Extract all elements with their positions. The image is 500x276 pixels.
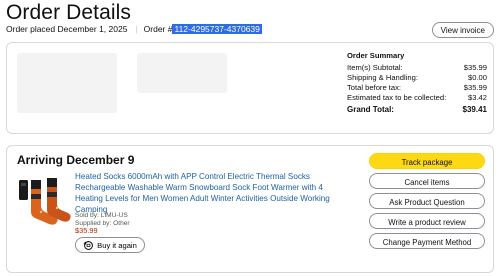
grand-total-label: Grand Total: (347, 105, 394, 115)
summary-label: Total before tax: (347, 83, 402, 93)
summary-value: $35.99 (463, 83, 487, 93)
ask-product-question-button[interactable]: Ask Product Question (369, 193, 485, 209)
track-package-button[interactable]: Track package (369, 153, 485, 169)
grand-total-value: $39.41 (462, 105, 487, 115)
redacted-shipping-address (17, 53, 117, 113)
view-invoice-button[interactable]: View invoice (431, 22, 494, 38)
cancel-items-button[interactable]: Cancel items (369, 173, 485, 189)
order-placed-date: Order placed December 1, 2025 (6, 24, 128, 34)
order-details-page: Order Details Order placed December 1, 2… (0, 0, 500, 276)
shipment-actions: Track package Cancel items Ask Product Q… (369, 153, 485, 253)
redacted-payment-method (137, 53, 227, 93)
summary-label: Item(s) Subtotal: (347, 63, 403, 73)
summary-value: $0.00 (467, 73, 487, 83)
summary-row-tax: Estimated tax to be collected: $3.42 (347, 93, 487, 103)
order-summary-heading: Order Summary (347, 51, 405, 60)
order-number[interactable]: 112-4295737-4370639 (172, 24, 262, 34)
order-info-card: Order Summary Item(s) Subtotal: $35.99 S… (6, 42, 494, 134)
arriving-date: Arriving December 9 (17, 153, 135, 167)
summary-row-shipping: Shipping & Handling: $0.00 (347, 73, 487, 83)
summary-row-grand-total: Grand Total: $39.41 (347, 105, 487, 116)
summary-row-before-tax: Total before tax: $35.99 (347, 83, 487, 93)
order-summary: Order Summary Item(s) Subtotal: $35.99 S… (347, 51, 487, 116)
buy-again-button[interactable]: Buy it again (75, 237, 145, 253)
order-meta: Order placed December 1, 2025 | Order # … (6, 24, 262, 34)
order-number-prefix: Order # (143, 24, 173, 34)
summary-label: Shipping & Handling: (347, 73, 418, 83)
shipment-card: Arriving December 9 Heated Socks 6000mAh… (6, 145, 494, 273)
product-title-link[interactable]: Heated Socks 6000mAh with APP Control El… (75, 171, 345, 216)
reorder-icon (83, 240, 94, 250)
product-image[interactable] (17, 174, 73, 232)
buy-again-label: Buy it again (97, 240, 137, 250)
product-price: $35.99 (75, 226, 98, 235)
meta-divider: | (135, 24, 138, 34)
summary-row-subtotal: Item(s) Subtotal: $35.99 (347, 63, 487, 73)
change-payment-method-button[interactable]: Change Payment Method (369, 233, 485, 249)
summary-label: Estimated tax to be collected: (347, 93, 447, 103)
write-review-button[interactable]: Write a product review (369, 213, 485, 229)
sold-by: Sold by: LIMU-US (75, 212, 128, 219)
summary-value: $35.99 (463, 63, 487, 73)
page-title: Order Details (6, 1, 132, 24)
summary-value: $3.42 (467, 93, 487, 103)
